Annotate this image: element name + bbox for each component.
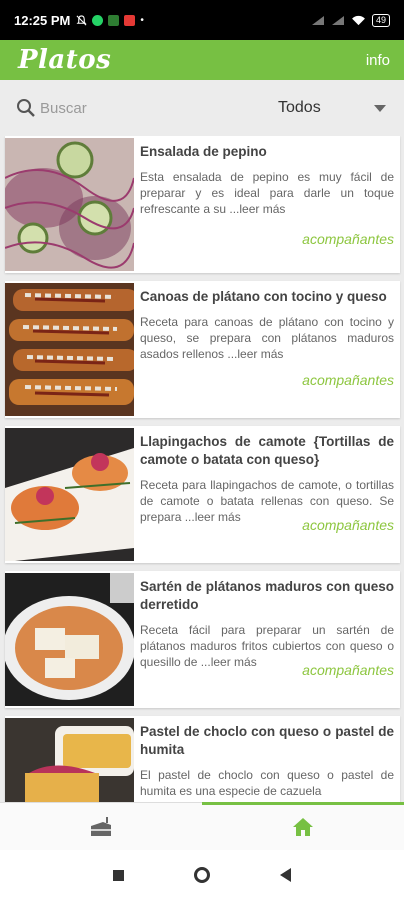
nav-tab-desserts[interactable] [0,803,202,850]
home-circle-icon[interactable] [194,867,210,883]
recipe-list[interactable]: Ensalada de pepino Esta ensalada de pepi… [0,136,404,802]
recipe-description: Esta ensalada de pepino es muy fácil de … [140,170,394,216]
recipe-card[interactable]: Ensalada de pepino Esta ensalada de pepi… [5,136,400,273]
category-filter-dropdown[interactable]: Todos [278,88,394,128]
info-button[interactable]: info [366,52,390,69]
signal-icon [331,15,344,25]
recipe-category[interactable]: acompañantes [302,662,394,678]
search-row: Todos [0,80,404,136]
app-notification-icon [108,14,120,26]
recipe-title: Pastel de choclo con queso o pastel de h… [140,724,394,757]
recipe-card-body: Ensalada de pepino Esta ensalada de pepi… [134,136,400,273]
app-root: 12:25 PM • 49 Platos info Todos [0,0,404,900]
recipe-description: El pastel de choclo con queso o pastel d… [140,768,394,798]
recipe-title: Ensalada de pepino [140,144,267,159]
bottom-navigation [0,802,404,850]
recipe-card-body: Sartén de plátanos maduros con queso der… [134,571,400,708]
back-icon[interactable] [280,868,291,882]
system-navigation-bar [0,850,404,900]
whatsapp-icon [92,14,104,26]
dropdown-arrow-icon [374,104,386,112]
app-bar: Platos info [0,40,404,80]
recipe-description: Receta para canoas de plátano con tocino… [140,315,394,361]
status-time: 12:25 PM [14,12,71,28]
search-icon [17,99,35,117]
recipe-title: Canoas de plátano con tocino y queso [140,289,387,304]
bell-off-icon [76,14,87,25]
more-dot-icon: • [140,14,144,26]
recipe-card[interactable]: Canoas de plátano con tocino y queso Rec… [5,281,400,418]
recipe-thumbnail [5,573,134,706]
recipe-title: Llapingachos de camote {Tortillas de cam… [140,434,394,467]
recipe-category[interactable]: acompañantes [302,372,394,388]
filter-selected-value: Todos [278,99,321,116]
youtube-icon [124,14,136,26]
recipe-thumbnail [5,718,134,802]
status-right: 49 [311,13,390,27]
search-input[interactable] [40,99,240,117]
recipe-thumbnail [5,283,134,416]
search-box[interactable] [16,88,256,128]
recipe-card-body: Pastel de choclo con queso o pastel de h… [134,716,400,802]
recipe-category[interactable]: acompañantes [302,231,394,247]
recipe-card[interactable]: Llapingachos de camote {Tortillas de cam… [5,426,400,563]
status-bar: 12:25 PM • 49 [0,0,404,40]
recipe-title: Sartén de plátanos maduros con queso der… [140,579,394,612]
recipe-thumbnail [5,138,134,271]
cake-icon [91,816,111,836]
app-title: Platos [18,45,112,75]
battery-icon: 49 [371,13,390,27]
signal-icon [311,15,324,25]
nav-tab-home[interactable] [202,802,404,850]
home-icon [293,817,313,836]
recipe-card-body: Llapingachos de camote {Tortillas de cam… [134,426,400,563]
recipe-card[interactable]: Sartén de plátanos maduros con queso der… [5,571,400,708]
wifi-icon [352,15,365,25]
notification-icons: • [76,14,144,26]
recipe-category[interactable]: acompañantes [302,517,394,533]
recipe-card[interactable]: Pastel de choclo con queso o pastel de h… [5,716,400,802]
recipe-card-body: Canoas de plátano con tocino y queso Rec… [134,281,400,418]
recipe-thumbnail [5,428,134,561]
recents-icon[interactable] [113,869,124,881]
